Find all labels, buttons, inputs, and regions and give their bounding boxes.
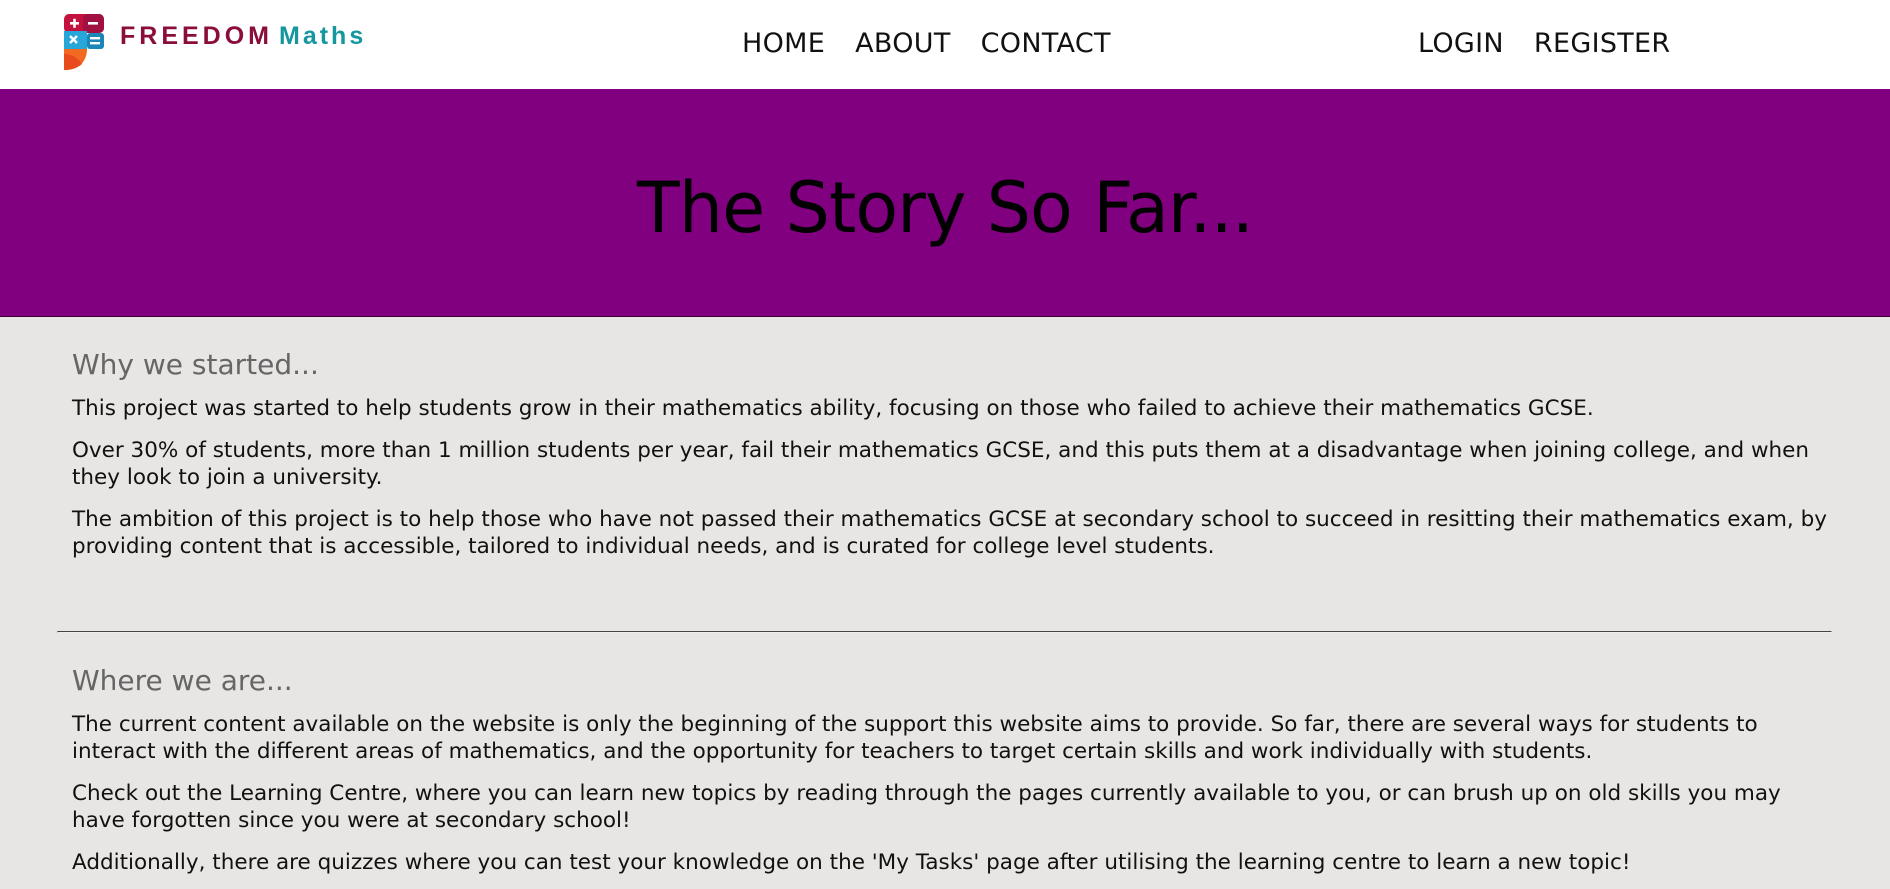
section-paragraph: Over 30% of students, more than 1 millio… xyxy=(72,438,1810,490)
hero-banner: The Story So Far... xyxy=(0,89,1890,317)
nav-home-link[interactable]: HOME xyxy=(742,28,825,59)
brand-wordmark: FREEDOM Maths xyxy=(120,22,366,51)
why-we-started-section: Why we started... This project was start… xyxy=(72,348,1832,575)
page-title: The Story So Far... xyxy=(637,167,1254,249)
section-paragraph: Additionally, there are quizzes where yo… xyxy=(72,850,1631,875)
section-paragraph: This project was started to help student… xyxy=(72,396,1594,421)
logo-link[interactable]: FREEDOM Maths xyxy=(64,14,366,70)
main-nav: HOME ABOUT CONTACT xyxy=(742,28,1111,59)
section-heading: Why we started... xyxy=(72,348,319,381)
where-we-are-section: Where we are... The current content avai… xyxy=(72,664,1832,889)
section-paragraph: Check out the Learning Centre, where you… xyxy=(72,781,1781,833)
top-navbar: FREEDOM Maths HOME ABOUT CONTACT LOGIN RE… xyxy=(0,0,1890,89)
freedom-maths-logo-icon xyxy=(64,14,106,70)
nav-register-link[interactable]: REGISTER xyxy=(1534,28,1671,59)
brand-word-freedom: FREEDOM xyxy=(120,21,273,50)
section-paragraph: The ambition of this project is to help … xyxy=(72,507,1827,559)
nav-contact-link[interactable]: CONTACT xyxy=(981,28,1111,59)
brand-word-maths: Maths xyxy=(279,21,367,50)
section-paragraph: The current content available on the web… xyxy=(72,712,1758,764)
nav-login-link[interactable]: LOGIN xyxy=(1418,28,1504,59)
section-divider xyxy=(57,631,1832,633)
section-heading: Where we are... xyxy=(72,664,293,697)
account-nav: LOGIN REGISTER xyxy=(1418,28,1670,59)
nav-about-link[interactable]: ABOUT xyxy=(855,28,951,59)
